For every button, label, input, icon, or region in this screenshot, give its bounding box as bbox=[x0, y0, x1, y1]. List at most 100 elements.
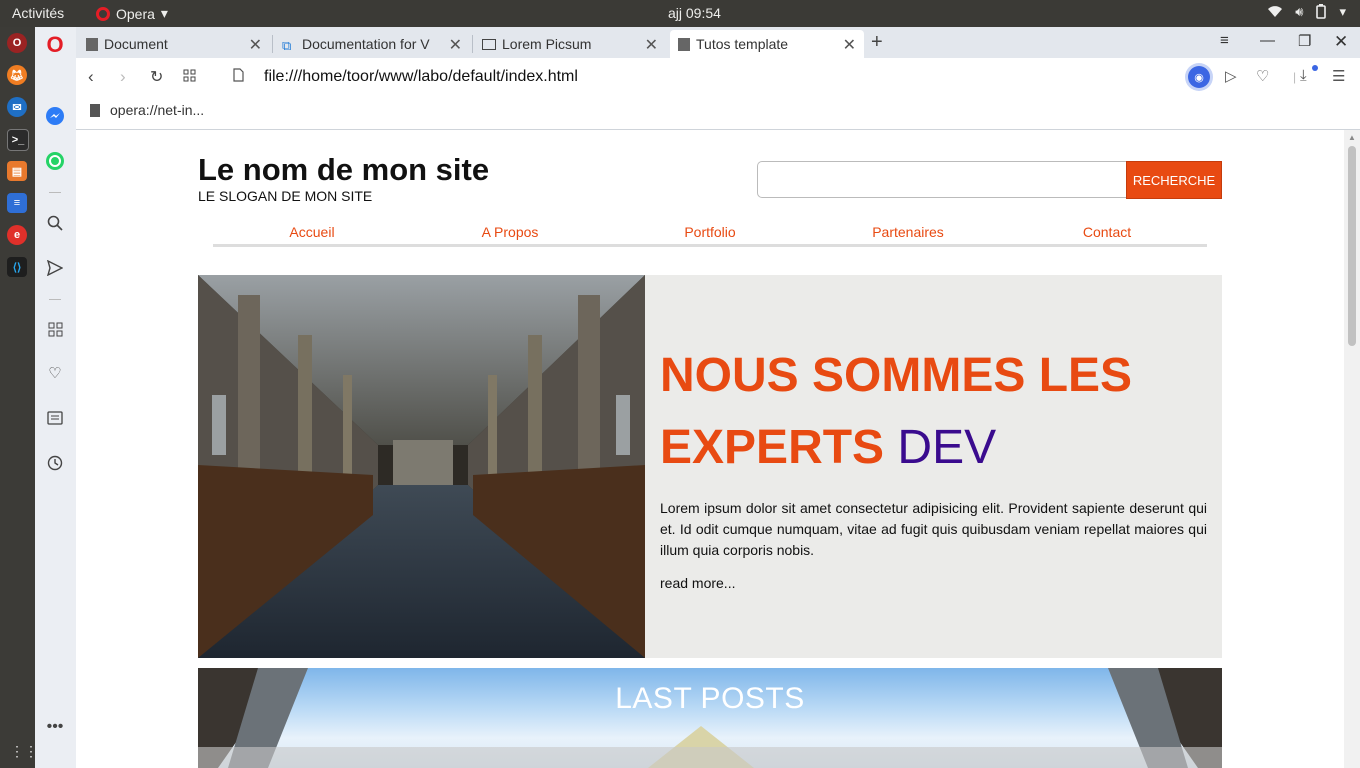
opera-sidebar: O ♡ ••• bbox=[35, 27, 77, 768]
opera-logo-icon bbox=[96, 6, 110, 21]
hero-title-line1: NOUS SOMMES LES bbox=[660, 349, 1133, 402]
vscode-icon: ⧉ bbox=[282, 37, 292, 53]
hero-image bbox=[198, 275, 645, 658]
close-icon[interactable]: ✕ bbox=[249, 35, 262, 55]
tab-divider bbox=[472, 35, 473, 53]
tab-label: Lorem Picsum bbox=[502, 36, 592, 52]
opera-menu-icon[interactable]: O bbox=[45, 32, 65, 57]
news-icon[interactable] bbox=[45, 408, 65, 428]
bookmarks-bar: opera://net-in... bbox=[76, 96, 1360, 130]
image-icon bbox=[482, 38, 496, 50]
back-icon[interactable]: ‹ bbox=[88, 67, 94, 87]
tab-divider bbox=[272, 35, 273, 53]
vscode-dock-icon[interactable]: ⟨⟩ bbox=[7, 257, 27, 277]
nav-item-partenaires[interactable]: Partenaires bbox=[872, 224, 944, 240]
snapshot-camera-icon[interactable]: ◉ bbox=[1188, 66, 1210, 88]
activities-button[interactable]: Activités bbox=[12, 5, 64, 21]
firefox-dock-icon[interactable]: 🦊︎ bbox=[7, 65, 27, 85]
tabs-overview-icon[interactable] bbox=[183, 67, 196, 87]
download-badge bbox=[1312, 65, 1318, 71]
address-toolbar: ‹ › ↻ file:///home/toor/www/labo/default… bbox=[76, 58, 1360, 96]
last-posts-section: LAST POSTS bbox=[198, 668, 1222, 768]
posts-overlay-strip bbox=[198, 747, 1222, 768]
search-icon[interactable] bbox=[45, 213, 65, 233]
tab-label: Document bbox=[104, 36, 168, 52]
nav-item-contact[interactable]: Contact bbox=[1083, 224, 1131, 240]
thunderbird-dock-icon[interactable]: ✉ bbox=[7, 97, 27, 117]
app-dock-icon[interactable]: e bbox=[7, 225, 27, 245]
speed-dial-icon[interactable] bbox=[45, 319, 65, 339]
nav-item-portfolio[interactable]: Portfolio bbox=[684, 224, 735, 240]
sidebar-divider bbox=[49, 192, 61, 193]
page-icon bbox=[678, 37, 690, 51]
hero-title-experts: EXPERTS bbox=[660, 421, 885, 474]
download-icon[interactable]: ⤓ bbox=[1300, 67, 1307, 84]
minimize-icon[interactable]: — bbox=[1260, 32, 1275, 49]
battery-icon bbox=[1315, 4, 1327, 22]
whatsapp-icon[interactable] bbox=[45, 151, 65, 171]
close-icon[interactable]: ✕ bbox=[449, 35, 462, 55]
read-more-link[interactable]: read more... bbox=[660, 575, 735, 591]
hero-title: NOUS SOMMES LES EXPERTS DEV bbox=[660, 340, 1220, 484]
main-nav: Accueil A Propos Portfolio Partenaires C… bbox=[213, 222, 1207, 247]
search-input[interactable] bbox=[757, 161, 1126, 198]
close-icon[interactable]: ✕ bbox=[843, 35, 856, 55]
tab-label: Tutos template bbox=[696, 36, 789, 52]
clock[interactable]: ajj 09:54 bbox=[668, 5, 721, 21]
wifi-icon bbox=[1267, 4, 1283, 22]
tab-strip: Document ✕ ⧉ Documentation for V ✕ Lorem… bbox=[76, 27, 1360, 58]
nav-item-accueil[interactable]: Accueil bbox=[289, 224, 334, 240]
tray-chevron-down-icon: ▾ bbox=[1339, 4, 1346, 19]
tab-menu-icon[interactable]: ≡ bbox=[1220, 32, 1229, 49]
bookmark-item[interactable]: opera://net-in... bbox=[90, 102, 204, 118]
tab-documentation[interactable]: ⧉ Documentation for V ✕ bbox=[274, 30, 470, 58]
page-scrollbar[interactable]: ▲ bbox=[1344, 130, 1360, 768]
history-icon[interactable] bbox=[45, 453, 65, 473]
divider: | bbox=[1293, 70, 1297, 84]
system-top-bar: Activités Opera ▾ ajj 09:54 🔊︎ ▾ bbox=[0, 0, 1360, 27]
page-icon bbox=[90, 103, 100, 117]
easy-setup-icon[interactable]: ☰ bbox=[1332, 67, 1345, 85]
last-posts-title: LAST POSTS bbox=[615, 682, 805, 715]
messenger-icon[interactable] bbox=[45, 106, 65, 126]
restore-icon[interactable]: ❐ bbox=[1298, 32, 1311, 50]
heart-icon[interactable]: ♡ bbox=[45, 363, 65, 383]
opera-dock-icon[interactable]: O bbox=[7, 33, 27, 53]
send-icon[interactable]: ▷ bbox=[1225, 67, 1237, 85]
text-editor-dock-icon[interactable]: ≡ bbox=[7, 193, 27, 213]
url-field[interactable]: file:///home/toor/www/labo/default/index… bbox=[264, 68, 578, 86]
nav-item-a-propos[interactable]: A Propos bbox=[482, 224, 539, 240]
app-menu-label: Opera bbox=[116, 5, 155, 22]
tab-tutos-template[interactable]: Tutos template ✕ bbox=[670, 30, 864, 58]
site-slogan: LE SLOGAN DE MON SITE bbox=[198, 188, 373, 204]
scrollbar-thumb[interactable] bbox=[1348, 146, 1356, 346]
site-title: Le nom de mon site bbox=[198, 152, 490, 187]
hero-section: NOUS SOMMES LES EXPERTS DEV Lorem ipsum … bbox=[198, 275, 1222, 658]
dock: O 🦊︎ ✉ >_ ▤ ≡ e ⟨⟩ ⋮⋮⋮ bbox=[0, 27, 52, 768]
more-options-icon[interactable]: ••• bbox=[45, 717, 65, 737]
reload-icon[interactable]: ↻ bbox=[150, 67, 163, 87]
page-info-icon[interactable] bbox=[233, 67, 244, 87]
system-tray[interactable]: 🔊︎ ▾ bbox=[1267, 4, 1346, 22]
hero-title-dev: DEV bbox=[897, 421, 997, 474]
volume-icon: 🔊︎ bbox=[1295, 4, 1304, 19]
files-dock-icon[interactable]: ▤ bbox=[7, 161, 27, 181]
close-window-icon[interactable]: ✕ bbox=[1334, 32, 1348, 52]
page-viewport: Le nom de mon site LE SLOGAN DE MON SITE… bbox=[76, 130, 1344, 768]
tab-document[interactable]: Document ✕ bbox=[78, 30, 270, 58]
search-button[interactable]: RECHERCHE bbox=[1126, 161, 1222, 199]
tab-label: Documentation for V bbox=[302, 36, 430, 52]
sidebar-divider bbox=[49, 299, 61, 300]
scroll-up-icon[interactable]: ▲ bbox=[1348, 133, 1356, 142]
send-icon[interactable] bbox=[45, 258, 65, 278]
app-menu[interactable]: Opera ▾ bbox=[96, 5, 168, 22]
hero-text: Lorem ipsum dolor sit amet consectetur a… bbox=[660, 500, 1207, 558]
terminal-dock-icon[interactable]: >_ bbox=[7, 129, 29, 151]
forward-icon[interactable]: › bbox=[120, 67, 126, 87]
bookmark-label: opera://net-in... bbox=[110, 102, 205, 118]
tab-lorem-picsum[interactable]: Lorem Picsum ✕ bbox=[474, 30, 666, 58]
new-tab-button[interactable]: + bbox=[871, 31, 883, 54]
heart-icon[interactable]: ♡ bbox=[1256, 67, 1269, 85]
close-icon[interactable]: ✕ bbox=[645, 35, 658, 55]
page-icon bbox=[86, 37, 98, 51]
